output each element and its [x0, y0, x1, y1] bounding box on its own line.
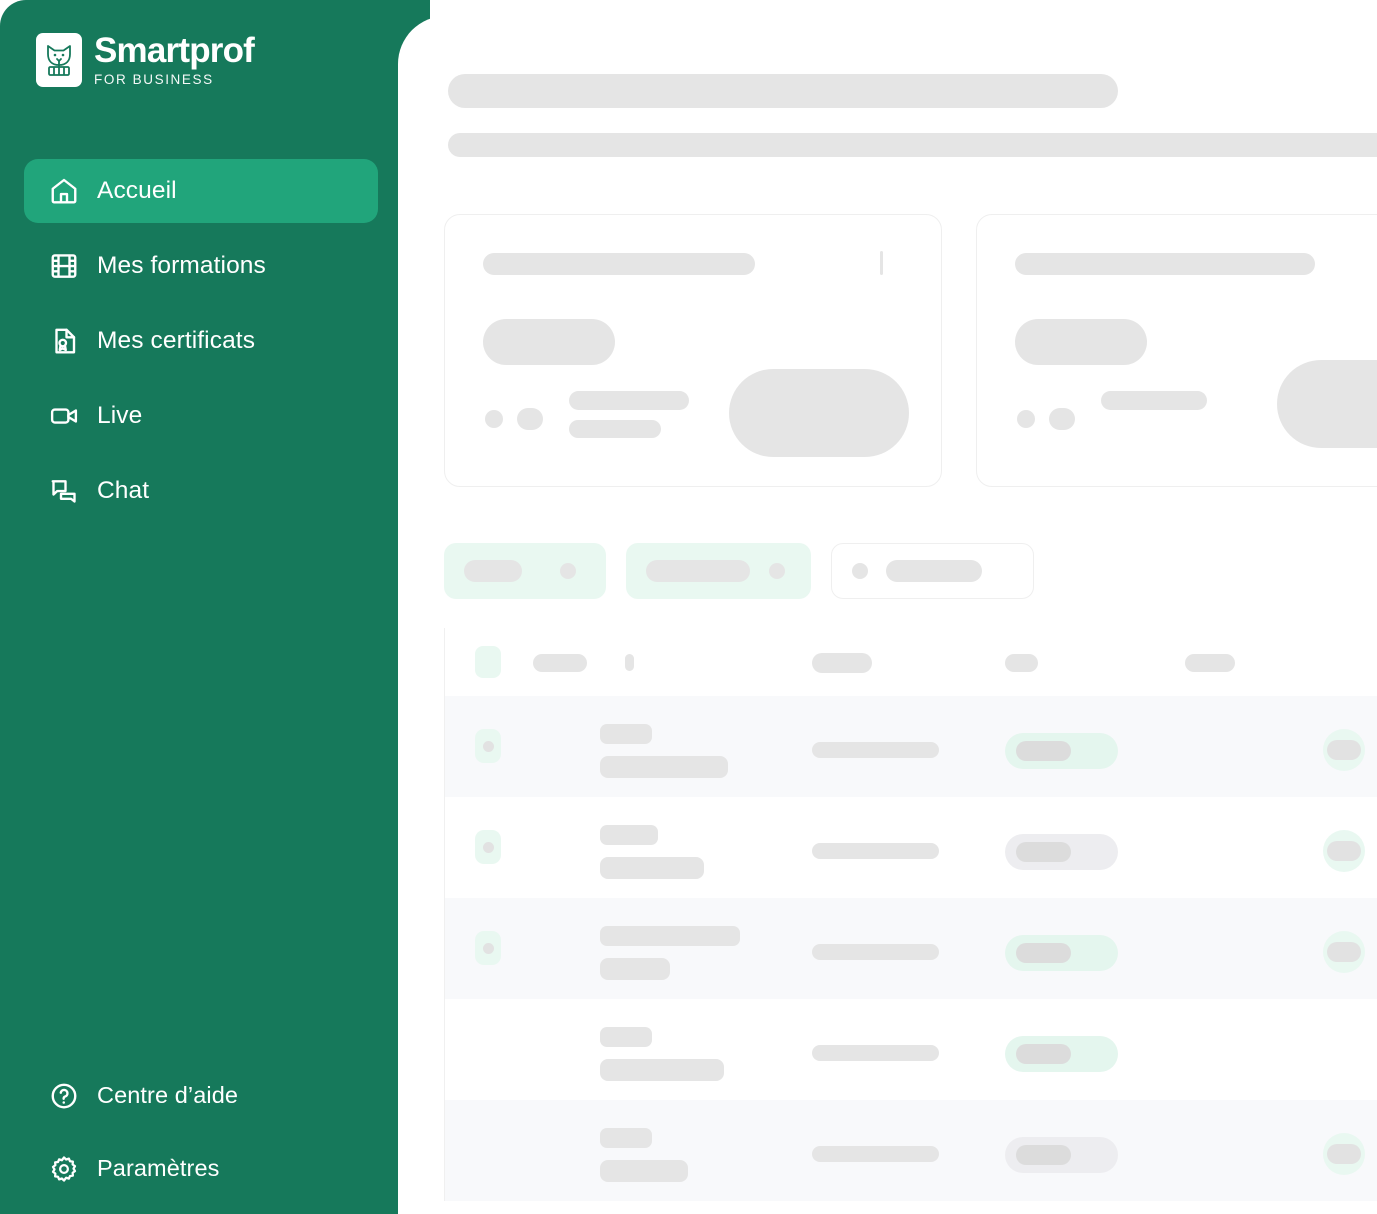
- sidebar-item-label: Chat: [97, 476, 150, 504]
- row-primary-skeleton: [600, 926, 740, 946]
- row-action-skeleton[interactable]: [1327, 942, 1361, 962]
- card-line-skeleton: [569, 420, 661, 438]
- table-header-row: [445, 628, 1377, 696]
- video-camera-icon: [48, 400, 80, 432]
- secondary-navigation: Centre d’aide Paramètres: [24, 1065, 378, 1200]
- sidebar: Smartprof FOR BUSINESS Accueil Mes forma…: [0, 0, 430, 1214]
- row-checkbox-mark: [483, 943, 494, 954]
- gear-icon: [48, 1153, 80, 1185]
- card-avatar-dot-large: [517, 408, 543, 430]
- row-status-label-skeleton: [1016, 842, 1071, 862]
- row-action-skeleton[interactable]: [1327, 841, 1361, 861]
- fox-head-logo-icon: [36, 33, 82, 87]
- filter-chip[interactable]: [444, 543, 606, 599]
- row-secondary-skeleton: [600, 1160, 688, 1182]
- filter-chip[interactable]: [626, 543, 811, 599]
- sort-indicator-icon[interactable]: [625, 654, 634, 671]
- row-secondary-skeleton: [600, 958, 670, 980]
- sidebar-item-mes-formations[interactable]: Mes formations: [24, 234, 378, 298]
- data-table: [444, 628, 1377, 1201]
- row-checkbox-mark: [483, 741, 494, 752]
- row-primary-skeleton: [600, 1027, 652, 1047]
- page-subtitle-skeleton: [448, 133, 1377, 157]
- row-checkbox-mark: [483, 842, 494, 853]
- row-detail-skeleton: [812, 843, 939, 859]
- sidebar-item-label: Paramètres: [97, 1155, 220, 1182]
- sidebar-item-label: Mes formations: [97, 251, 266, 279]
- sidebar-item-accueil[interactable]: Accueil: [24, 159, 378, 223]
- row-primary-skeleton: [600, 724, 652, 744]
- row-action-skeleton[interactable]: [1327, 1144, 1361, 1164]
- question-circle-icon: [48, 1080, 80, 1112]
- main-content-panel: [398, 16, 1377, 1214]
- card-action-skeleton[interactable]: [1277, 360, 1377, 448]
- row-status-label-skeleton: [1016, 943, 1071, 963]
- card-line-skeleton: [569, 391, 689, 410]
- table-row[interactable]: [445, 696, 1377, 797]
- row-secondary-skeleton: [600, 756, 728, 778]
- card-badge-skeleton: [1015, 319, 1147, 365]
- sidebar-item-mes-certificats[interactable]: Mes certificats: [24, 309, 378, 373]
- row-detail-skeleton: [812, 944, 939, 960]
- sidebar-item-label: Mes certificats: [97, 326, 256, 354]
- filter-chip-label-skeleton: [886, 560, 982, 582]
- filter-chip[interactable]: [831, 543, 1034, 599]
- sidebar-item-label: Accueil: [97, 176, 177, 204]
- table-row[interactable]: [445, 797, 1377, 898]
- column-header-skeleton[interactable]: [812, 653, 872, 673]
- row-status-label-skeleton: [1016, 741, 1071, 761]
- brand-tagline: FOR BUSINESS: [94, 72, 214, 88]
- row-status-label-skeleton: [1016, 1044, 1071, 1064]
- home-icon: [48, 175, 80, 207]
- column-header-skeleton[interactable]: [1185, 654, 1235, 672]
- row-primary-skeleton: [600, 1128, 652, 1148]
- filter-chip-count-dot: [769, 563, 785, 579]
- filter-chip-icon-dot: [852, 563, 868, 579]
- card-avatar-dot-small: [1017, 410, 1035, 428]
- card-line-skeleton: [1101, 391, 1207, 410]
- filter-chip-count-dot: [560, 563, 576, 579]
- brand-name: Smartprof: [94, 31, 255, 71]
- page-title-skeleton: [448, 74, 1118, 108]
- sidebar-item-label: Live: [97, 401, 143, 429]
- row-action-skeleton[interactable]: [1327, 740, 1361, 760]
- card-divider-tick: [880, 251, 883, 275]
- column-header-skeleton[interactable]: [533, 654, 587, 672]
- select-all-checkbox[interactable]: [475, 646, 501, 678]
- row-secondary-skeleton: [600, 1059, 724, 1081]
- filter-chips-row: [444, 543, 1034, 599]
- row-status-label-skeleton: [1016, 1145, 1071, 1165]
- chat-bubbles-icon: [48, 475, 80, 507]
- sidebar-item-chat[interactable]: Chat: [24, 459, 378, 523]
- primary-navigation: Accueil Mes formations Mes certificats L…: [24, 159, 378, 523]
- card-avatar-dot-large: [1049, 408, 1075, 430]
- card-title-skeleton: [1015, 253, 1315, 275]
- sidebar-item-live[interactable]: Live: [24, 384, 378, 448]
- card-badge-skeleton: [483, 319, 615, 365]
- table-row[interactable]: [445, 999, 1377, 1100]
- summary-card[interactable]: [444, 214, 942, 487]
- column-header-skeleton[interactable]: [1005, 654, 1038, 672]
- row-secondary-skeleton: [600, 857, 704, 879]
- filter-chip-label-skeleton: [464, 560, 522, 582]
- film-strip-icon: [48, 250, 80, 282]
- sidebar-item-parametres[interactable]: Paramètres: [24, 1138, 378, 1200]
- filter-chip-label-skeleton: [646, 560, 750, 582]
- table-row[interactable]: [445, 898, 1377, 999]
- card-avatar-dot-small: [485, 410, 503, 428]
- row-primary-skeleton: [600, 825, 658, 845]
- row-detail-skeleton: [812, 1045, 939, 1061]
- sidebar-item-centre-daide[interactable]: Centre d’aide: [24, 1065, 378, 1127]
- table-row[interactable]: [445, 1100, 1377, 1201]
- certificate-icon: [48, 325, 80, 357]
- app-root: Smartprof FOR BUSINESS Accueil Mes forma…: [0, 0, 1377, 1214]
- card-title-skeleton: [483, 253, 755, 275]
- row-detail-skeleton: [812, 1146, 939, 1162]
- card-action-skeleton[interactable]: [729, 369, 909, 457]
- summary-card[interactable]: [976, 214, 1377, 487]
- row-detail-skeleton: [812, 742, 939, 758]
- sidebar-item-label: Centre d’aide: [97, 1082, 239, 1109]
- brand-logo[interactable]: Smartprof FOR BUSINESS: [36, 31, 255, 88]
